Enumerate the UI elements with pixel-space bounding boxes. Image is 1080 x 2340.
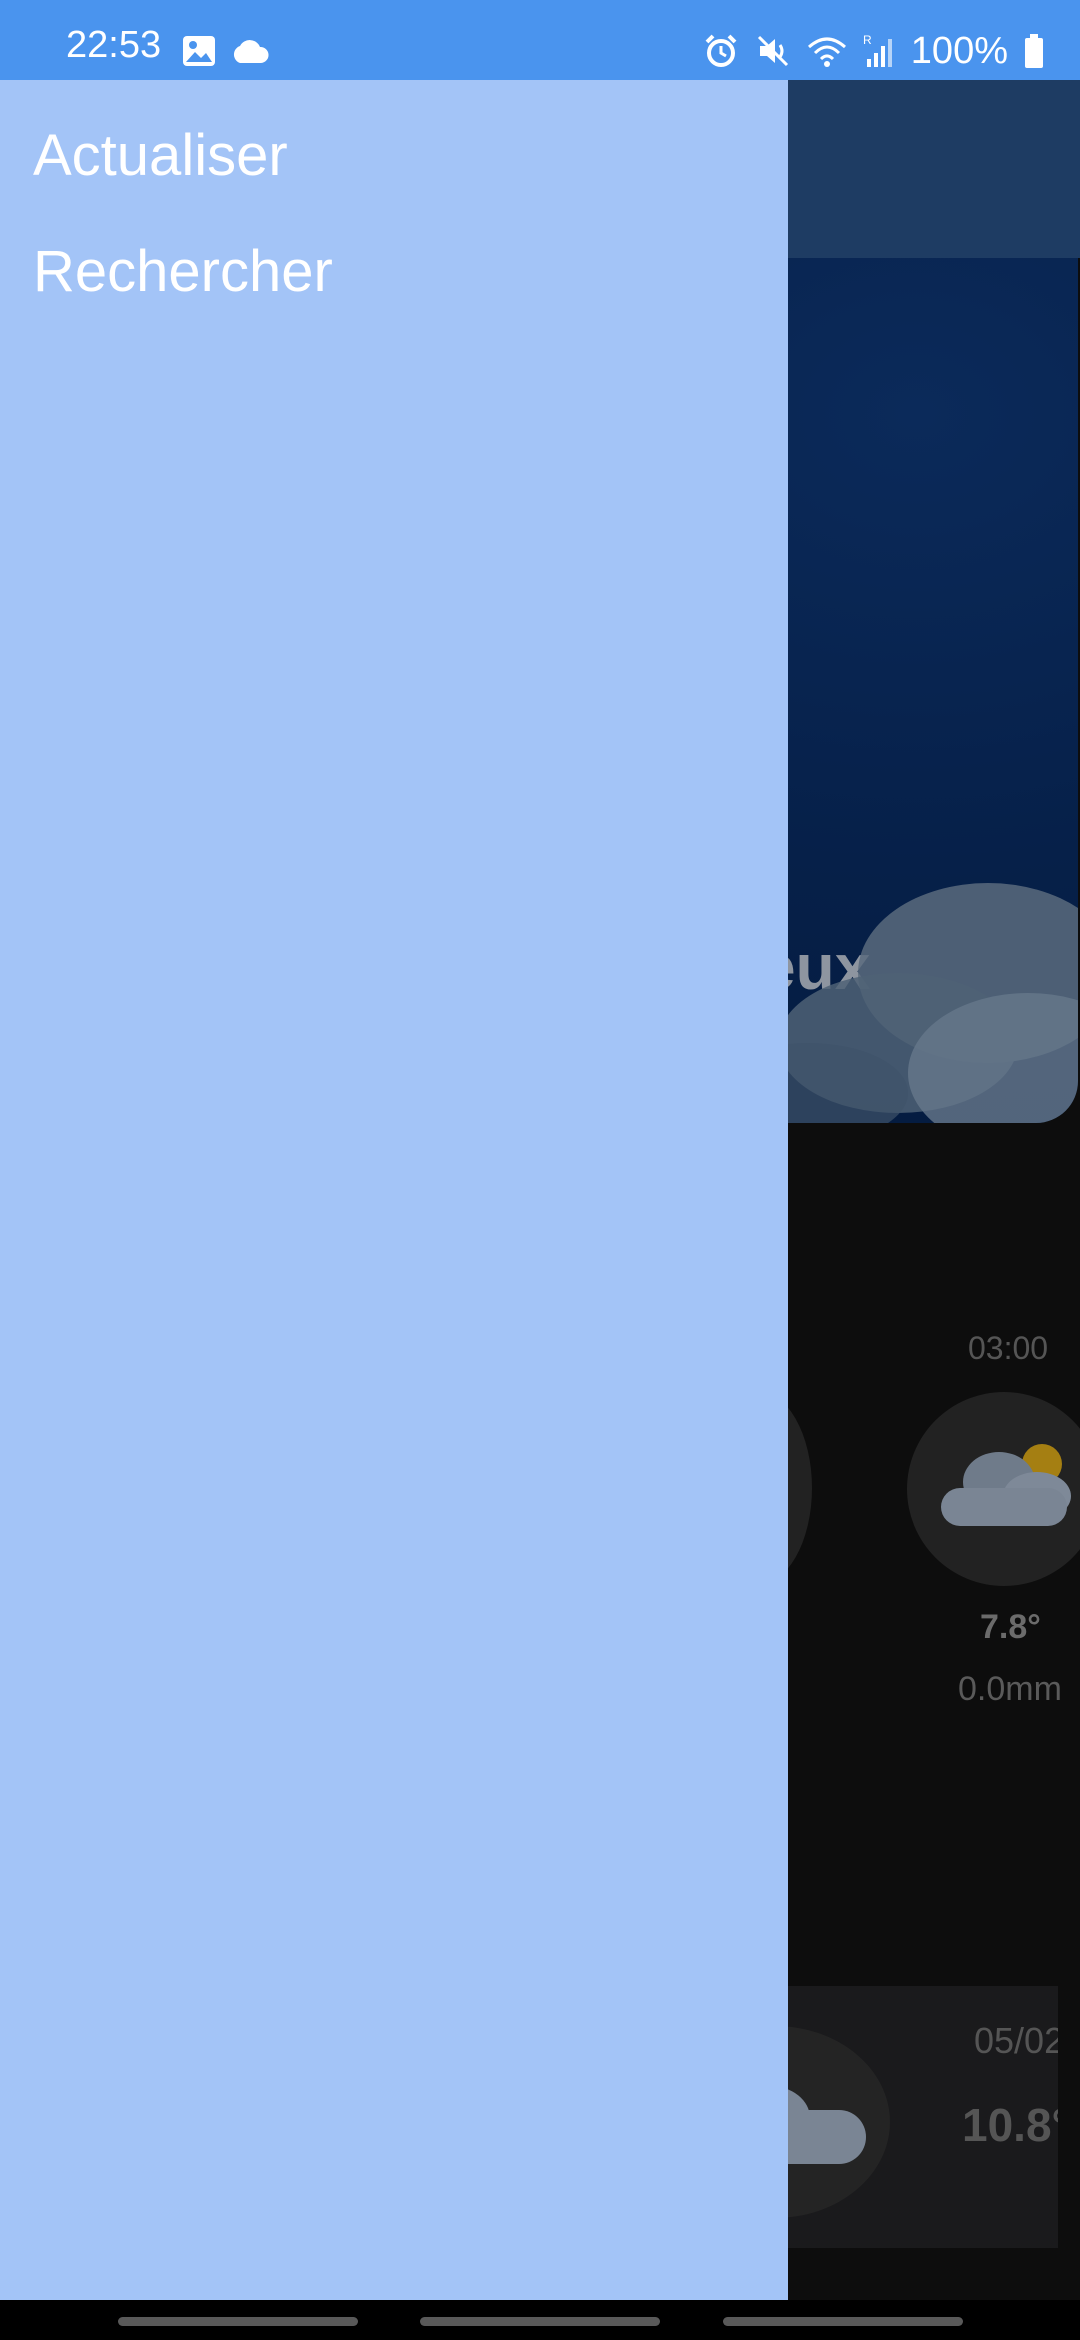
- cloud-icon: [233, 40, 269, 63]
- alarm-icon: [705, 34, 737, 67]
- battery-icon: [1025, 34, 1043, 68]
- mute-icon: [757, 35, 788, 67]
- nav-recents-button[interactable]: [118, 2317, 358, 2326]
- hourly-temperature: 7.8°: [980, 1608, 1041, 1646]
- menu-item-actualiser[interactable]: Actualiser: [33, 122, 288, 189]
- nav-home-button[interactable]: [420, 2317, 660, 2326]
- partly-cloudy-icon: [941, 1444, 1071, 1526]
- daily-date: 05/02: [974, 2020, 1058, 2061]
- status-notification-icons: [182, 34, 270, 68]
- battery-percent: 100%: [910, 29, 1008, 72]
- image-icon: [183, 36, 215, 66]
- hourly-icon-circle: [907, 1392, 1080, 1586]
- signal-icon: R: [863, 33, 892, 67]
- daily-temperature: 10.8°: [962, 2099, 1058, 2151]
- navigation-drawer: Actualiser Rechercher: [0, 80, 788, 2300]
- hourly-time: 03:00: [968, 1330, 1049, 1366]
- status-time: 22:53: [66, 24, 162, 66]
- status-bar: 22:53 R 100%: [0, 0, 1080, 80]
- system-nav-bar: [0, 2300, 1080, 2340]
- status-system-icons: R 100%: [703, 28, 1044, 74]
- hourly-precipitation: 0.0mm: [958, 1670, 1062, 1708]
- nav-back-button[interactable]: [723, 2317, 963, 2326]
- svg-text:R: R: [863, 33, 872, 47]
- wifi-icon: [807, 37, 846, 67]
- menu-item-rechercher[interactable]: Rechercher: [33, 238, 333, 305]
